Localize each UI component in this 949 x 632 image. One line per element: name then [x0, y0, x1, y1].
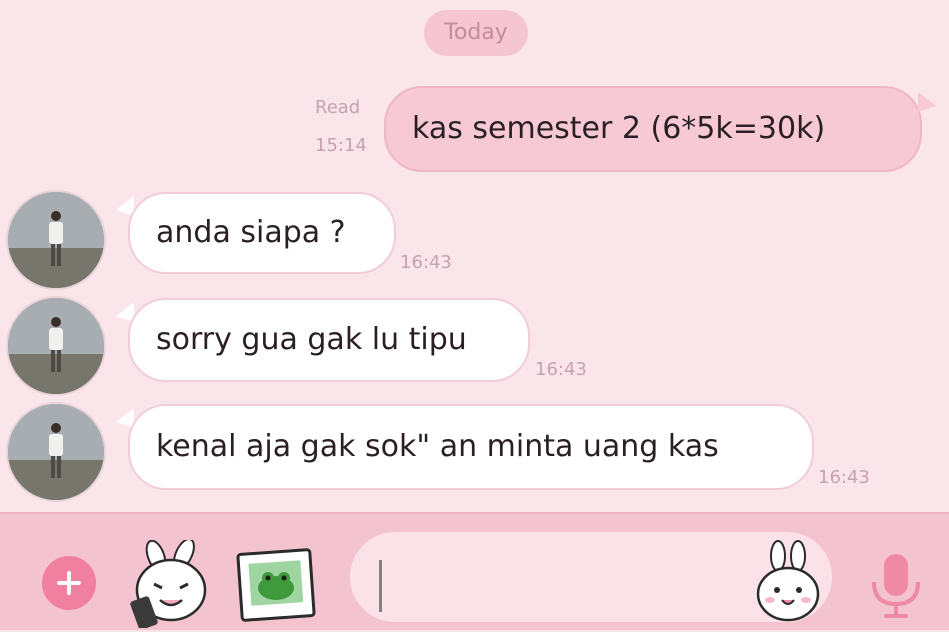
- photo-button[interactable]: [234, 548, 318, 624]
- incoming-message-bubble[interactable]: anda siapa ?: [128, 192, 396, 274]
- chat-area[interactable]: Today Read 15:14 kas semester 2 (6*5k=30…: [0, 0, 949, 512]
- message-time: 16:43: [535, 359, 587, 380]
- emoji-icon: [756, 540, 820, 622]
- text-cursor: [379, 560, 382, 612]
- message-time: 16:43: [818, 467, 870, 488]
- contact-avatar[interactable]: [6, 296, 106, 396]
- sticker-icon: [130, 538, 207, 630]
- person-photo-icon: [8, 298, 104, 394]
- person-photo-icon: [8, 192, 104, 288]
- read-status: Read: [315, 97, 361, 118]
- date-divider: Today: [424, 10, 528, 56]
- sticker-button[interactable]: [126, 538, 216, 630]
- plus-icon: [57, 571, 81, 595]
- microphone-icon: [872, 554, 920, 618]
- contact-avatar[interactable]: [6, 190, 106, 290]
- message-text: anda siapa ?: [156, 215, 346, 250]
- bubble-tail: [918, 92, 936, 112]
- message-text: kas semester 2 (6*5k=30k): [412, 111, 826, 146]
- photo-icon: [236, 548, 316, 622]
- message-time: 16:43: [400, 252, 452, 273]
- emoji-button[interactable]: [752, 540, 824, 624]
- message-text: kenal aja gak sok" an minta uang kas: [156, 429, 719, 464]
- contact-avatar[interactable]: [6, 402, 106, 502]
- person-photo-icon: [8, 404, 104, 500]
- message-time: 15:14: [315, 135, 367, 156]
- incoming-message-bubble[interactable]: kenal aja gak sok" an minta uang kas: [128, 404, 814, 490]
- plus-button[interactable]: [42, 556, 96, 610]
- incoming-message-bubble[interactable]: sorry gua gak lu tipu: [128, 298, 530, 382]
- microphone-button[interactable]: [866, 548, 926, 622]
- outgoing-message-bubble[interactable]: kas semester 2 (6*5k=30k): [384, 86, 922, 172]
- message-text: sorry gua gak lu tipu: [156, 322, 467, 357]
